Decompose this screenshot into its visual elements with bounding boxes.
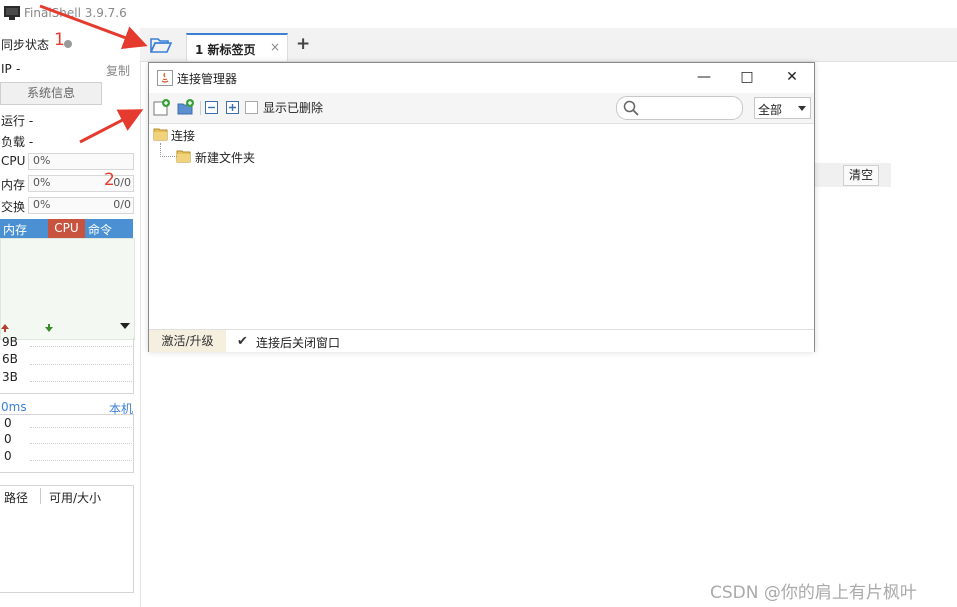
- annotation-arrows: [39, 4, 148, 144]
- annotation-arrow-2: [79, 109, 144, 144]
- annotation-number-1: 1: [54, 30, 65, 50]
- annotation-number-2: 2: [104, 170, 115, 190]
- watermark: CSDN @你的肩上有片枫叶: [710, 583, 917, 603]
